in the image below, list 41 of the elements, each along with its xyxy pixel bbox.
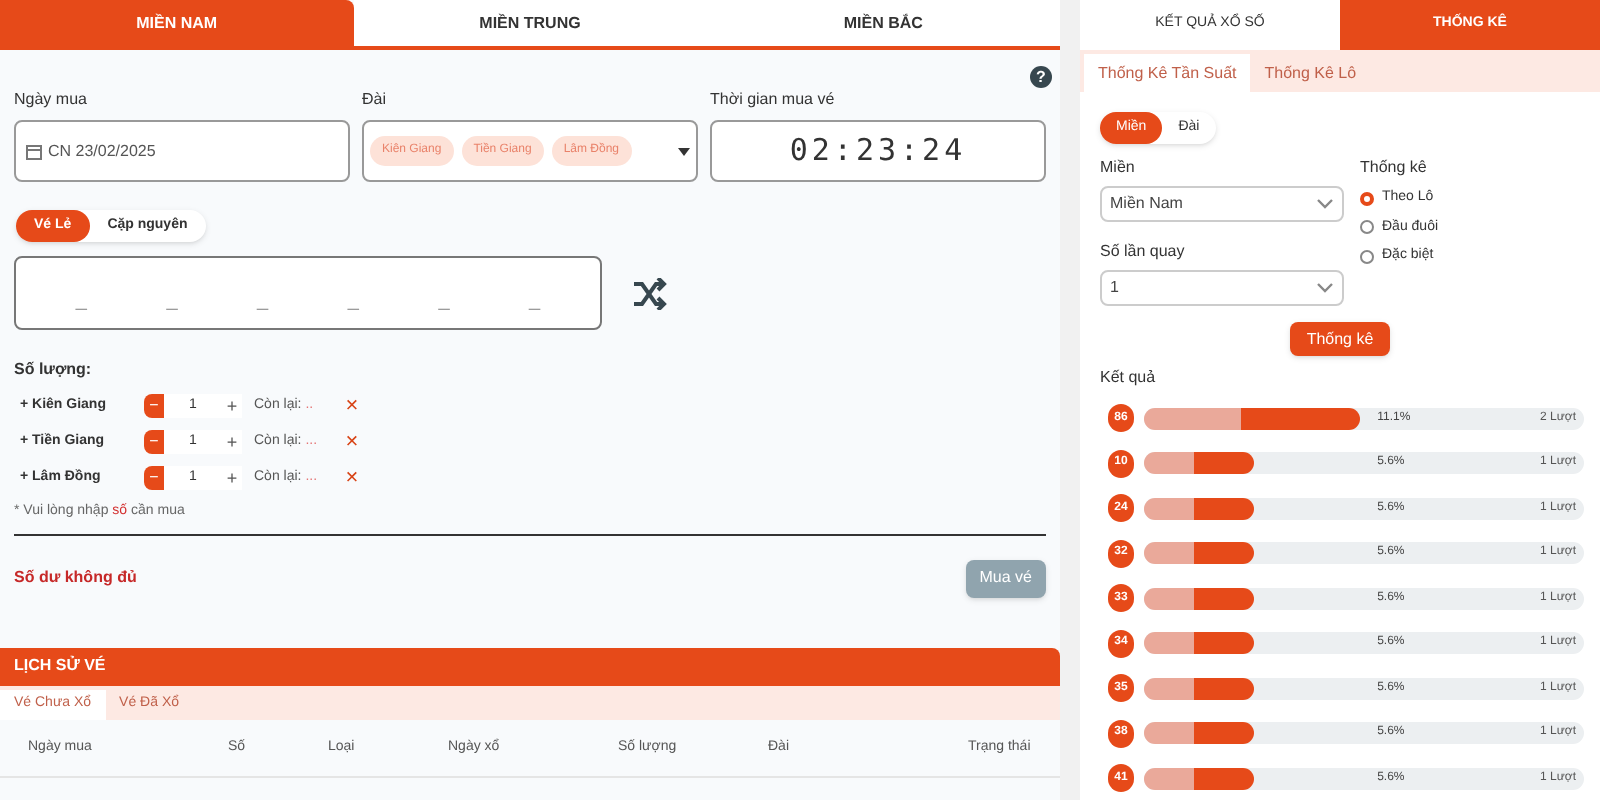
digit-slot: _ bbox=[529, 286, 541, 316]
plus-button[interactable]: + bbox=[222, 430, 242, 454]
remove-button[interactable]: × bbox=[345, 395, 359, 417]
shuffle-icon[interactable] bbox=[632, 277, 668, 309]
digit-slot: _ bbox=[257, 286, 269, 316]
plus-button[interactable]: + bbox=[222, 466, 242, 490]
history-header: LỊCH SỬ VÉ bbox=[0, 647, 1060, 685]
chevron-down-icon bbox=[1316, 198, 1334, 210]
region-tab[interactable]: MIỀN TRUNG bbox=[353, 0, 707, 46]
digit-slot: _ bbox=[438, 286, 450, 316]
minus-button[interactable]: − bbox=[144, 394, 164, 418]
minus-button[interactable]: − bbox=[144, 466, 164, 490]
digit-slot: _ bbox=[75, 286, 87, 316]
region-select[interactable]: Miền Nam bbox=[1100, 186, 1344, 222]
quantity-label: Số lượng: bbox=[12, 358, 94, 382]
chevron-down-icon bbox=[1316, 282, 1334, 294]
statistics-button[interactable]: Thống kê bbox=[1290, 322, 1390, 356]
calendar-icon bbox=[26, 143, 42, 159]
stat-tab[interactable]: Thống Kê Lô bbox=[1250, 54, 1371, 92]
remove-button[interactable]: × bbox=[345, 467, 359, 489]
field-label: Thống kê bbox=[1360, 156, 1429, 180]
minus-button[interactable]: − bbox=[144, 430, 164, 454]
help-icon[interactable]: ? bbox=[1030, 66, 1052, 88]
dropdown-caret-icon bbox=[678, 147, 690, 155]
field-label: Miền bbox=[1100, 156, 1137, 180]
spins-select[interactable]: 1 bbox=[1100, 270, 1344, 306]
field-label: Thời gian mua vé bbox=[710, 88, 837, 112]
balance-warning: Số dư không đủ bbox=[14, 566, 137, 590]
time-display: 02:23:24 bbox=[710, 120, 1046, 182]
field-label: Số lần quay bbox=[1100, 240, 1187, 264]
digit-slot: _ bbox=[166, 286, 178, 316]
region-tab[interactable]: MIỀN NAM bbox=[0, 0, 354, 46]
plus-button[interactable]: + bbox=[222, 394, 242, 418]
region-tab[interactable]: MIỀN BẮC bbox=[706, 0, 1061, 46]
remove-button[interactable]: × bbox=[345, 431, 359, 453]
digit-slot: _ bbox=[347, 286, 359, 316]
stat-tab[interactable]: Thống Kê Tần Suất bbox=[1084, 54, 1251, 92]
date-field[interactable]: CN 23/02/2025 bbox=[14, 120, 350, 182]
field-label: Ngày mua bbox=[14, 88, 89, 112]
field-label: Đài bbox=[362, 88, 389, 112]
results-label: Kết quả bbox=[1098, 366, 1158, 390]
